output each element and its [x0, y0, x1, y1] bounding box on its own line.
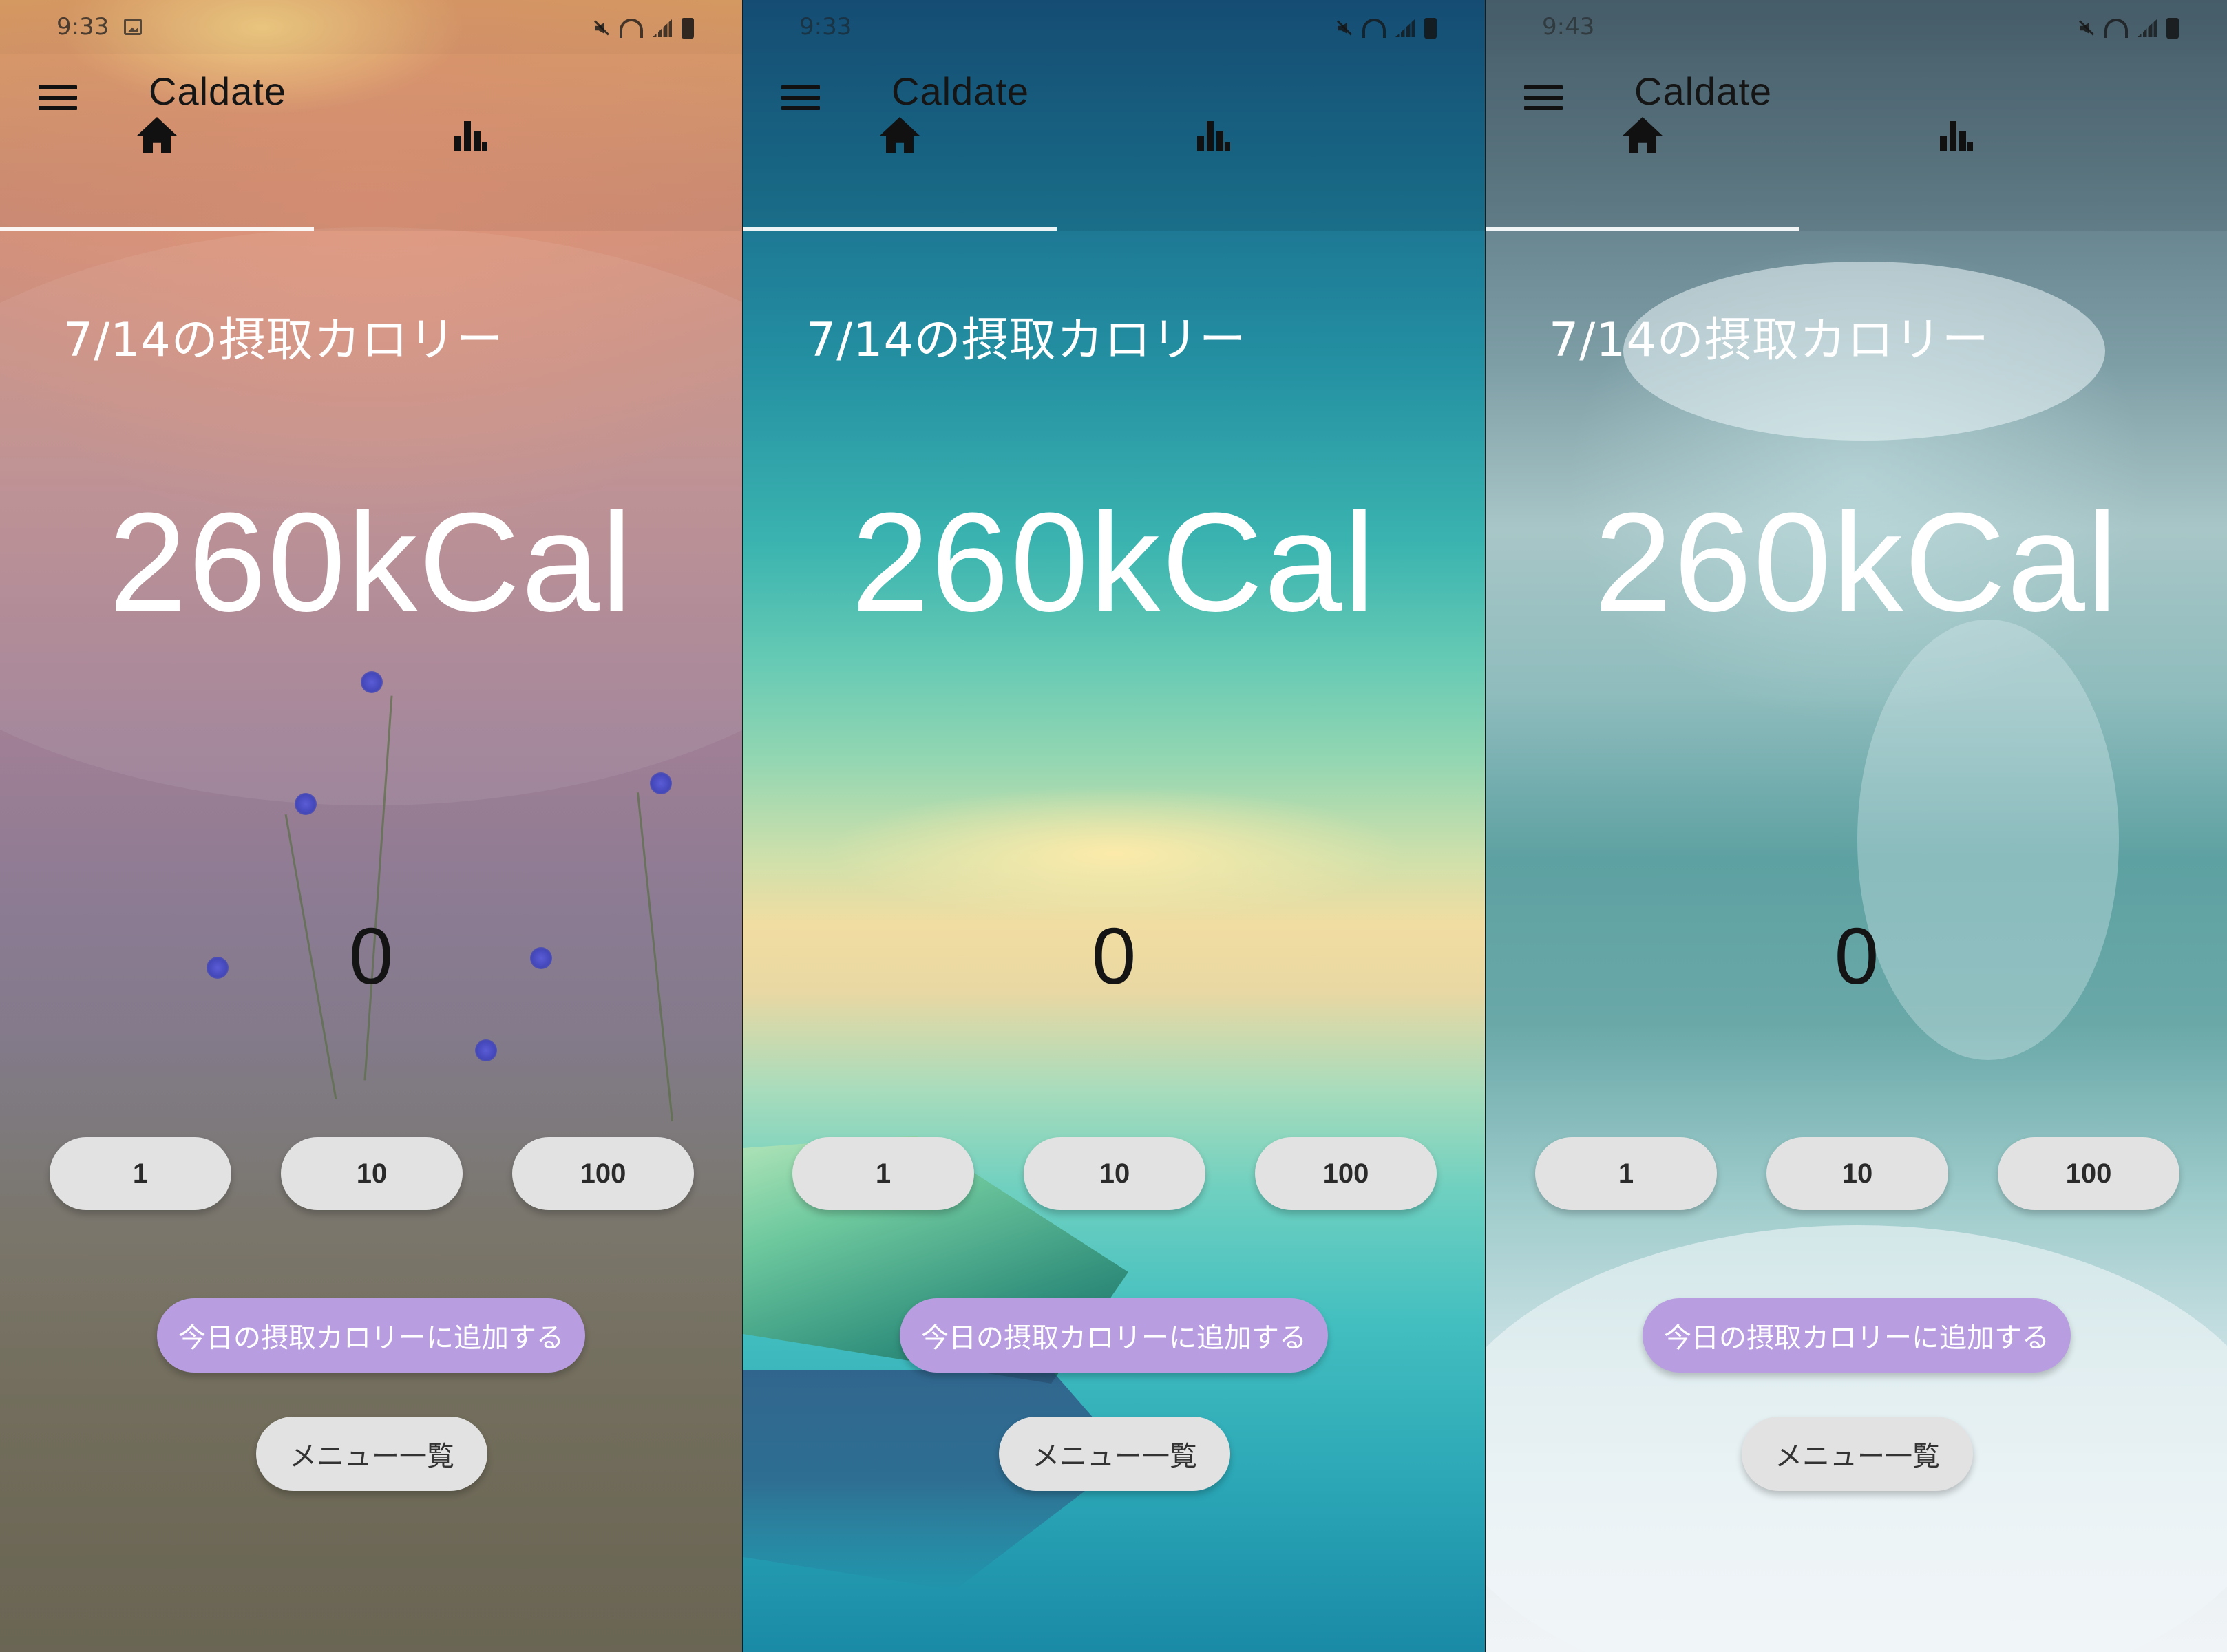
increment-100-button[interactable]: 100	[1998, 1137, 2179, 1210]
phone-screen-3: 9:43 Caldate 7/14の摂取カロリー 260kCal 0 1 10 …	[1486, 0, 2227, 1652]
wifi-icon	[2104, 19, 2128, 38]
increment-1-button[interactable]: 1	[1535, 1137, 1717, 1210]
mute-icon	[591, 19, 610, 38]
app-title: Caldate	[1634, 70, 1773, 113]
screenshot-row: 9:33 Caldate 7/14の摂取カロリー 260kCal 0 1 10 …	[0, 0, 2227, 1652]
mute-icon	[2076, 19, 2095, 38]
app-title: Caldate	[891, 70, 1030, 113]
increment-10-button[interactable]: 10	[1024, 1137, 1205, 1210]
signal-icon	[2138, 19, 2157, 37]
input-counter: 0	[1091, 911, 1137, 1001]
app-bar: Caldate	[743, 54, 1485, 231]
status-icons	[2076, 18, 2179, 39]
signal-icon	[653, 19, 672, 37]
status-bar: 9:43	[1486, 0, 2227, 54]
tab-home[interactable]	[1486, 150, 1799, 231]
cornflower	[475, 1039, 497, 1061]
mute-icon	[1333, 19, 1353, 38]
home-icon[interactable]	[879, 117, 920, 153]
home-icon[interactable]	[136, 117, 178, 153]
status-time: 9:33	[799, 13, 852, 41]
calorie-total: 260kCal	[108, 484, 634, 641]
intake-heading: 7/14の摂取カロリー	[1549, 313, 1989, 368]
phone-screen-2: 9:33 Caldate 7/14の摂取カロリー 260kCal 0 1 10 …	[743, 0, 1485, 1652]
increment-10-button[interactable]: 10	[1766, 1137, 1948, 1210]
wifi-icon	[620, 19, 643, 38]
hamburger-menu-icon[interactable]	[1524, 83, 1563, 113]
signal-icon	[1395, 19, 1415, 37]
input-counter: 0	[348, 911, 394, 1001]
increment-100-button[interactable]: 100	[1255, 1137, 1437, 1210]
status-bar: 9:33	[0, 0, 742, 54]
status-icons	[591, 18, 694, 39]
menu-list-button[interactable]: メニュー一覧	[256, 1417, 487, 1491]
tab-stats[interactable]	[314, 150, 628, 231]
cornflower	[295, 793, 317, 815]
app-bar: Caldate	[1486, 54, 2227, 231]
calorie-total: 260kCal	[851, 484, 1377, 641]
status-time: 9:43	[1542, 13, 1595, 41]
input-counter: 0	[1834, 911, 1879, 1001]
app-bar: Caldate	[0, 54, 742, 231]
tab-selected-indicator	[743, 227, 1057, 231]
status-bar: 9:33	[743, 0, 1485, 54]
add-to-today-button[interactable]: 今日の摂取カロリーに追加する	[900, 1298, 1328, 1373]
add-to-today-button[interactable]: 今日の摂取カロリーに追加する	[157, 1298, 585, 1373]
tab-home[interactable]	[743, 150, 1057, 231]
tab-selected-indicator	[1486, 227, 1799, 231]
status-icons	[1333, 18, 1437, 39]
phone-screen-1: 9:33 Caldate 7/14の摂取カロリー 260kCal 0 1 10 …	[0, 0, 742, 1652]
tab-stats[interactable]	[1057, 150, 1371, 231]
bar-chart-icon[interactable]	[454, 120, 487, 151]
menu-list-button[interactable]: メニュー一覧	[999, 1417, 1230, 1491]
battery-icon	[2166, 18, 2179, 39]
status-time: 9:33	[56, 13, 109, 41]
tab-selected-indicator	[0, 227, 314, 231]
intake-heading: 7/14の摂取カロリー	[63, 313, 504, 368]
increment-1-button[interactable]: 1	[50, 1137, 231, 1210]
home-icon[interactable]	[1622, 117, 1663, 153]
increment-100-button[interactable]: 100	[512, 1137, 694, 1210]
app-title: Caldate	[149, 70, 287, 113]
bar-chart-icon[interactable]	[1197, 120, 1230, 151]
wifi-icon	[1362, 19, 1386, 38]
hamburger-menu-icon[interactable]	[781, 83, 820, 113]
tab-home[interactable]	[0, 150, 314, 231]
increment-1-button[interactable]: 1	[792, 1137, 974, 1210]
increment-10-button[interactable]: 10	[281, 1137, 463, 1210]
add-to-today-button[interactable]: 今日の摂取カロリーに追加する	[1643, 1298, 2071, 1373]
bar-chart-icon[interactable]	[1940, 120, 1973, 151]
battery-icon	[682, 18, 694, 39]
cornflower	[361, 671, 383, 693]
cornflower	[650, 772, 672, 794]
tab-stats[interactable]	[1799, 150, 2113, 231]
battery-icon	[1424, 18, 1437, 39]
calorie-total: 260kCal	[1594, 484, 2120, 641]
hamburger-menu-icon[interactable]	[39, 83, 77, 113]
intake-heading: 7/14の摂取カロリー	[806, 313, 1247, 368]
image-notification-icon	[124, 19, 143, 35]
menu-list-button[interactable]: メニュー一覧	[1742, 1417, 1973, 1491]
